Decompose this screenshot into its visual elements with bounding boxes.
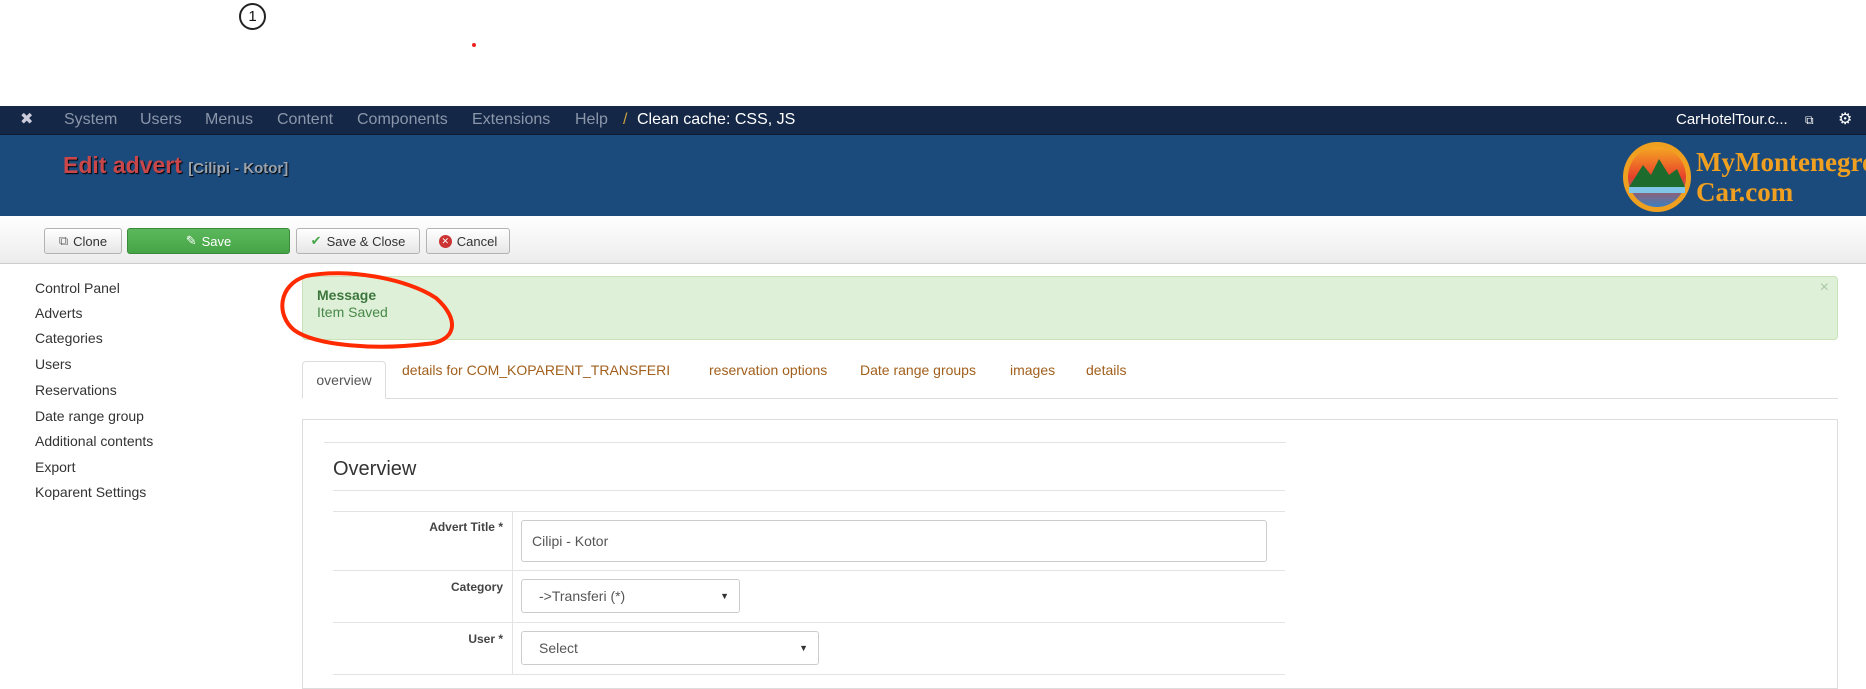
sidebar-item-koparent-settings[interactable]: Koparent Settings: [35, 484, 146, 500]
divider: [324, 442, 1286, 443]
page-header: Edit advert [Cilipi - Kotor] MyMontenegr…: [0, 135, 1866, 216]
clone-label: Clone: [73, 233, 108, 249]
sidebar-item-adverts[interactable]: Adverts: [35, 305, 82, 321]
divider: [333, 511, 1285, 512]
category-label: Category: [450, 580, 503, 594]
sidebar-item-reservations[interactable]: Reservations: [35, 382, 117, 398]
check-icon: ✔: [310, 233, 322, 248]
broom-icon: /: [623, 111, 628, 128]
advert-title-input[interactable]: Cilipi - Kotor: [521, 520, 1267, 562]
sidebar-item-categories[interactable]: Categories: [35, 330, 103, 346]
logo-text: MyMontenegro: [1696, 147, 1866, 177]
save-close-label: Save & Close: [326, 233, 406, 249]
joomla-logo-icon[interactable]: ✖: [20, 109, 33, 129]
user-label: User *: [468, 632, 503, 646]
divider: [333, 570, 1285, 571]
nav-extensions[interactable]: Extensions: [472, 111, 550, 129]
tab-overview[interactable]: overview: [302, 361, 386, 399]
clone-button[interactable]: ⧉ Clone: [44, 228, 122, 254]
nav-system[interactable]: System: [64, 111, 117, 129]
tab-details-transferi[interactable]: details for COM_KOPARENT_TRANSFERI: [402, 362, 670, 378]
divider: [333, 622, 1285, 623]
tab-bar-line: [302, 398, 1838, 399]
external-link-icon: ⧉: [1805, 113, 1814, 127]
nav-users[interactable]: Users: [140, 111, 182, 129]
cancel-icon: ✕: [438, 234, 452, 248]
divider: [512, 511, 513, 675]
category-value: ->Transferi (*): [539, 588, 626, 604]
nav-components[interactable]: Components: [357, 111, 448, 129]
site-link[interactable]: CarHotelTour.c...: [1676, 111, 1788, 128]
edit-icon: ✎: [185, 233, 197, 248]
close-icon[interactable]: ×: [1820, 279, 1829, 297]
success-message: Message Item Saved ×: [302, 276, 1838, 340]
red-ellipse-annotation: [280, 271, 454, 349]
user-value: Select: [539, 640, 578, 656]
title-text: Edit advert: [63, 152, 182, 178]
save-close-button[interactable]: ✔ Save & Close: [296, 228, 420, 254]
sidebar-item-users[interactable]: Users: [35, 356, 72, 372]
toolbar: ⧉ Clone ✎ Save ✔ Save & Close ✕ Cancel: [0, 216, 1866, 264]
copy-icon: ⧉: [58, 233, 69, 248]
user-select[interactable]: Select ▼: [521, 631, 819, 665]
tab-details[interactable]: details: [1086, 362, 1126, 378]
chevron-down-icon: ▼: [799, 643, 808, 653]
top-navbar: ✖ System Users Menus Content Components …: [0, 106, 1866, 135]
sidebar-item-export[interactable]: Export: [35, 459, 75, 475]
tab-reservation-options[interactable]: reservation options: [709, 362, 827, 378]
cancel-button[interactable]: ✕ Cancel: [426, 228, 510, 254]
gear-icon[interactable]: ⚙: [1838, 109, 1852, 129]
advert-title-label: Advert Title *: [429, 520, 503, 534]
sidebar-item-additional-contents[interactable]: Additional contents: [35, 433, 153, 449]
divider: [333, 490, 1285, 491]
clean-cache-link[interactable]: Clean cache: CSS, JS: [637, 111, 795, 129]
save-label: Save: [201, 233, 232, 249]
advert-title-value: Cilipi - Kotor: [532, 533, 609, 549]
red-dot-marker: [472, 43, 476, 47]
logo-text-2: Car.com: [1696, 177, 1794, 207]
step-number-annotation: 1: [239, 3, 266, 30]
cancel-label: Cancel: [456, 233, 498, 249]
site-logo: MyMontenegro Car.com: [1621, 141, 1866, 213]
tab-date-range-groups[interactable]: Date range groups: [860, 362, 976, 378]
nav-help[interactable]: Help: [575, 111, 608, 129]
title-subtitle: [Cilipi - Kotor]: [188, 160, 289, 177]
sidebar-item-date-range-group[interactable]: Date range group: [35, 408, 144, 424]
save-button[interactable]: ✎ Save: [127, 228, 290, 254]
nav-content[interactable]: Content: [277, 111, 333, 129]
page-title: Edit advert [Cilipi - Kotor]: [63, 152, 288, 179]
category-select[interactable]: ->Transferi (*) ▼: [521, 579, 740, 613]
tab-images[interactable]: images: [1010, 362, 1055, 378]
nav-menus[interactable]: Menus: [205, 111, 253, 129]
sidebar-item-control-panel[interactable]: Control Panel: [35, 280, 120, 296]
chevron-down-icon: ▼: [720, 591, 729, 601]
section-title: Overview: [333, 458, 417, 480]
